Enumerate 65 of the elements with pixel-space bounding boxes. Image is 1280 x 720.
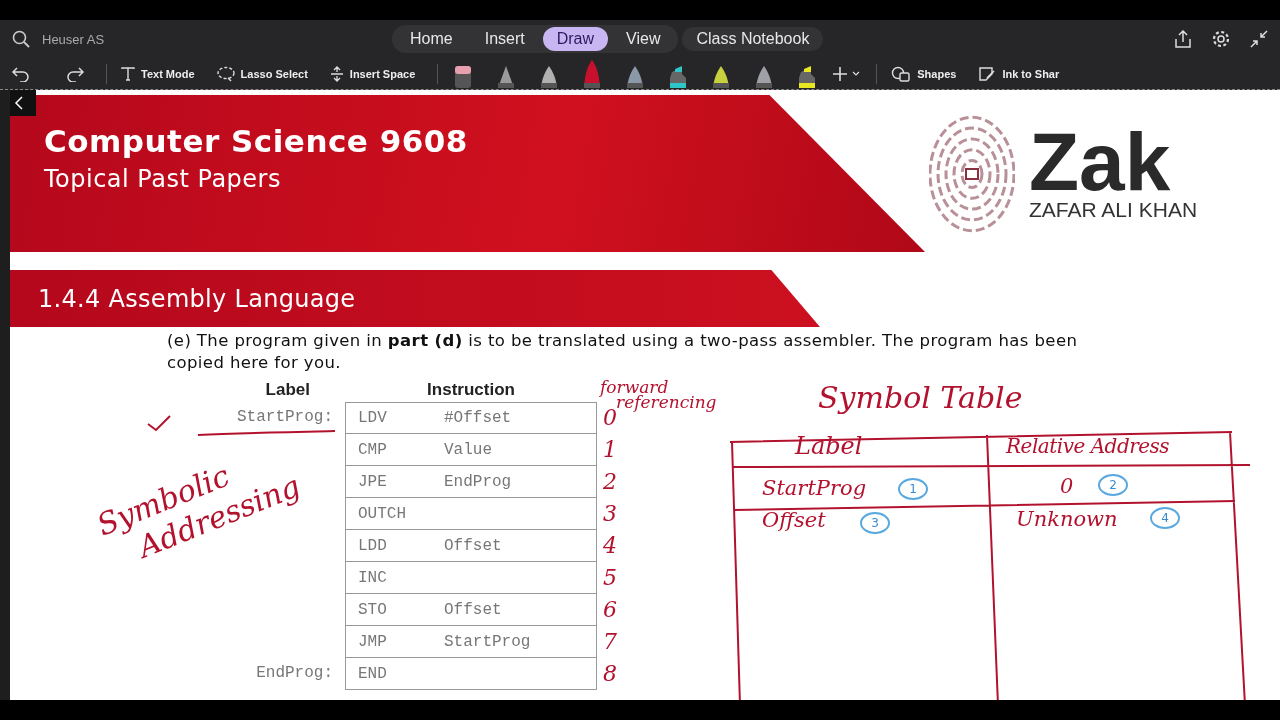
handwritten-line-number: 8 [602,660,618,688]
ribbon-tab[interactable]: Insert [470,27,539,51]
insert-space-icon [329,65,344,82]
handwritten-header: Label [795,432,863,460]
ribbon-tab[interactable]: Draw [542,27,609,51]
toolbar-button[interactable]: Insert Space [329,65,416,82]
handwritten-line-number: 1 [602,436,618,464]
share-icon[interactable] [1174,30,1192,48]
ink-to-shape-icon [978,65,997,82]
instruction-cell: JMP StartProg [345,626,597,658]
redo-icon[interactable] [66,65,84,82]
handwritten-entry: StartProg [762,476,867,500]
logo-wordmark: Zak [1029,124,1171,199]
toolbar-button[interactable]: Ink to Shar [978,65,1060,82]
instruction-cell: OUTCH [345,498,597,530]
back-button[interactable] [10,90,36,116]
question-text: (e) The program given in part (d) is to be translated using a two-pass assembler. The program has been copied here for you. [167,330,1079,374]
handwritten-line-number: 2 [602,468,618,496]
handwritten-line-number: 7 [602,628,618,656]
step-number: 2 [1098,474,1128,496]
toolbar-button[interactable]: Lasso Select [216,65,308,82]
collapse-icon[interactable] [1250,30,1268,48]
handwritten-entry: 0 [1060,474,1074,498]
instruction-cell: STO Offset [345,594,597,626]
instruction-cell: LDV #Offset [345,402,597,434]
undo-icon[interactable] [12,65,30,82]
instruction-cell: LDD Offset [345,530,597,562]
handwritten-header: Relative Address [1006,434,1170,458]
chevron-left-icon [14,96,24,110]
handwritten-entry: Offset [762,508,826,532]
search-icon[interactable] [12,30,30,48]
ribbon-tab[interactable]: Class Notebook [682,27,824,51]
shapes-icon [891,65,912,82]
toolbar-button[interactable]: Text Mode [121,66,195,81]
settings-icon[interactable] [1212,30,1230,48]
step-number: 4 [1150,507,1180,529]
ribbon-tab[interactable]: View [612,27,675,51]
handwritten-line-number: 5 [602,564,618,592]
logo-tagline: ZAFAR ALI KHAN [1029,198,1198,223]
column-header: Label [264,380,311,401]
handwritten-line-number: 6 [602,596,618,624]
instruction-cell: END [345,658,597,690]
document-subtitle: Topical Past Papers [44,165,282,193]
check-mark-icon [147,415,171,432]
code-label: EndProg: [256,663,334,684]
instruction-cell: CMP Value [345,434,597,466]
handwritten-line-number: 4 [602,532,618,560]
column-header: Instruction [426,380,516,401]
handwritten-entry: Unknown [1016,507,1118,531]
fingerprint-icon [929,114,1015,233]
step-number: 1 [898,478,928,500]
text-icon [121,66,135,81]
section-title: 1.4.4 Assembly Language [38,284,356,313]
lasso-icon [216,65,235,82]
handwritten-title: Symbol Table [818,380,1023,415]
instruction-cell: INC [345,562,597,594]
notebook-name: Heuser AS [42,31,105,47]
handwritten-line-number: 3 [602,500,618,528]
toolbar-button[interactable]: Shapes [891,65,957,82]
document-title: Computer Science 9608 [44,123,469,159]
step-number: 3 [860,512,890,534]
code-label: StartProg: [237,407,334,428]
handwritten-note: forward referencing [600,380,717,410]
instruction-cell: JPE EndProg [345,466,597,498]
ribbon-tab[interactable]: Home [396,27,467,51]
